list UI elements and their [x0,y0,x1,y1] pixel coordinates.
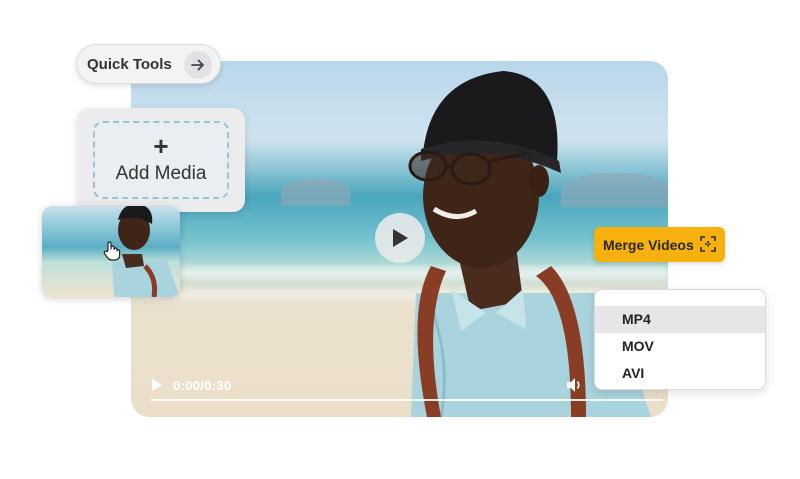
add-media-card: + Add Media [77,108,245,212]
quick-tools-button[interactable]: Quick Tools [76,44,221,84]
merge-icon [700,236,716,252]
progress-bar[interactable] [151,399,663,401]
center-play-button[interactable] [375,213,425,263]
quick-tools-label: Quick Tools [87,55,172,73]
player-controls: 0:00/0:30 [131,372,668,417]
merge-videos-button[interactable]: Merge Videos [594,227,725,262]
hand-cursor-icon [103,241,121,261]
play-icon[interactable] [151,378,163,392]
plus-icon: + [153,131,169,161]
time-display: 0:00/0:30 [173,378,232,393]
format-option-mp4[interactable]: MP4 [595,306,765,333]
play-icon [393,229,408,247]
format-option-mov[interactable]: MOV [595,333,765,360]
arrow-right-icon [184,51,212,79]
add-media-button[interactable]: + Add Media [93,121,229,199]
format-dropdown: MP4 MOV AVI [594,289,766,390]
add-media-label: Add Media [115,163,207,184]
volume-icon[interactable] [565,376,583,394]
format-option-avi[interactable]: AVI [595,360,765,387]
merge-videos-label: Merge Videos [603,236,694,253]
